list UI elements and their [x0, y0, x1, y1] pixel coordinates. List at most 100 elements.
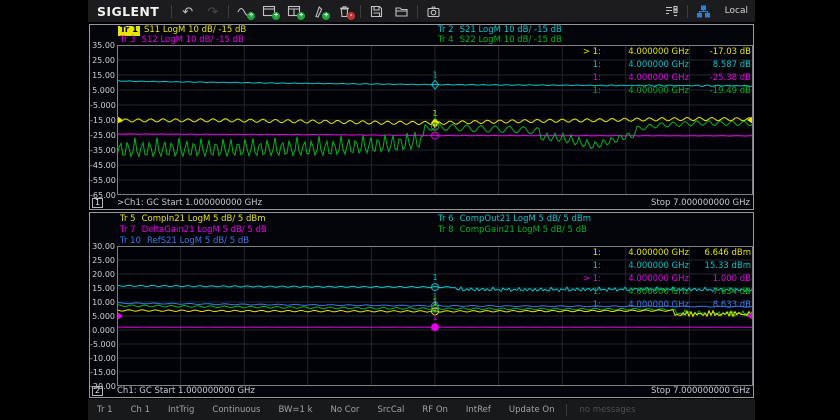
save-button[interactable]: [364, 0, 389, 22]
sweep-stop-label: Stop 7.000000000 GHz: [651, 198, 750, 209]
channel-number-box[interactable]: 1: [92, 198, 103, 208]
marker-readout-frequency: 4.000000 GHz: [601, 273, 689, 286]
marker-readout-row: 1:4.000000 GHz-19.49 dB: [579, 85, 751, 98]
undo-button[interactable]: [175, 0, 200, 22]
local-mode-label[interactable]: Local: [725, 6, 748, 16]
marker-1-magenta: 1: [432, 313, 439, 331]
status-item-srccal[interactable]: SrcCal: [368, 405, 413, 415]
marker-readout-row: 1:4.000000 GHz8.587 dB: [579, 59, 751, 72]
trace-label-tr5[interactable]: Tr 5CompIn21 LogM 5 dB/ 5 dBm: [118, 214, 267, 225]
trace-format: CompGain21 LogM 5 dB/ 5 dB: [460, 225, 587, 235]
redo-button[interactable]: [200, 0, 225, 22]
marker-readout-prefix: 1:: [579, 299, 601, 312]
svg-text:1: 1: [432, 71, 437, 80]
trace-label-tr3[interactable]: Tr 3S12 LogM 10 dB/ -15 dB: [118, 36, 246, 46]
add-trace-window-button[interactable]: [257, 0, 282, 22]
plus-badge-icon: [247, 12, 255, 20]
y-axis-label: 25.00: [90, 56, 115, 65]
trace-format: S22 LogM 10 dB/ -15 dB: [460, 35, 562, 45]
svg-text:1: 1: [432, 295, 437, 304]
marker-readout-frequency: 4.000000 GHz: [601, 85, 689, 98]
status-item-intref[interactable]: IntRef: [457, 405, 500, 415]
add-marker-button[interactable]: [307, 0, 332, 22]
toolbar-divider: [228, 5, 229, 18]
toolbar-right-group: Local: [659, 0, 755, 22]
marker-readout-value: -17.03 dB: [689, 46, 751, 59]
trace-format: CompOut21 LogM 5 dB/ 5 dBm: [460, 214, 591, 224]
y-axis-label: -55.00: [90, 176, 115, 185]
y-axis-label: -45.00: [90, 161, 115, 170]
screenshot-button[interactable]: [421, 0, 446, 22]
toolbar: SIGLENT: [88, 0, 755, 22]
status-item-ch-1[interactable]: Ch 1: [122, 405, 159, 415]
y-axis-label: 30.00: [90, 242, 115, 251]
marker-readout-prefix: > 1:: [579, 46, 601, 59]
marker-readout-prefix: 1:: [579, 85, 601, 98]
channel-number-box[interactable]: 2: [92, 386, 103, 396]
status-item-inttrig[interactable]: IntTrig: [159, 405, 203, 415]
add-channel-window-button[interactable]: [282, 0, 307, 22]
status-item-continuous[interactable]: Continuous: [203, 405, 269, 415]
y-axis-label: 20.00: [90, 270, 115, 279]
status-bar: Tr 1Ch 1IntTrigContinuousBW=1 kNo CorSrc…: [88, 399, 755, 420]
trace-format: RefS21 LogM 5 dB/ 5 dB: [147, 236, 249, 246]
trace-format: CompIn21 LogM 5 dB/ 5 dBm: [142, 214, 266, 224]
trace-label-column-right: Tr 2S21 LogM 10 dB/ -15 dBTr 4S22 LogM 1…: [436, 26, 562, 45]
status-item-no-cor[interactable]: No Cor: [322, 405, 369, 415]
command-sequence-icon: [664, 4, 679, 19]
marker-readout-prefix: 1:: [579, 260, 601, 273]
delete-button[interactable]: [332, 0, 357, 22]
status-bar-divider: [566, 404, 567, 416]
trace-label-tr7[interactable]: Tr 7DeltaGain21 LogM 5 dB/ 5 dB: [118, 225, 267, 236]
vna-app-window: SIGLENT: [88, 0, 755, 420]
marker-readout-prefix: 1:: [579, 247, 601, 260]
trace-label-tr4[interactable]: Tr 4S22 LogM 10 dB/ -15 dB: [436, 36, 562, 46]
y-axis-label: -5.000: [90, 340, 115, 349]
redo-icon: [207, 5, 218, 18]
toolbar-divider: [360, 5, 361, 18]
brand-logo: SIGLENT: [88, 4, 168, 19]
marker-readout-value: -25.38 dB: [689, 72, 751, 85]
status-item-tr-1[interactable]: Tr 1: [88, 405, 122, 415]
chart-panel-2[interactable]: Tr 5CompIn21 LogM 5 dB/ 5 dBmTr 7DeltaGa…: [89, 212, 754, 398]
toolbar-divider: [417, 5, 418, 18]
marker-readout-row: 1:4.000000 GHz6.646 dBm: [579, 247, 751, 260]
marker-readout-frequency: 4.000000 GHz: [601, 46, 689, 59]
plus-badge-icon: [272, 12, 280, 20]
chart-panel-1[interactable]: Tr 1S11 LogM 10 dB/ -15 dBTr 3S12 LogM 1…: [89, 24, 754, 210]
marker-readouts: 1:4.000000 GHz6.646 dBm1:4.000000 GHz15.…: [579, 247, 751, 312]
sweep-start-label: >Ch1: GC Start 1.000000000 GHz: [117, 198, 262, 209]
marker-readout-prefix: > 1:: [579, 273, 601, 286]
command-sequence-button[interactable]: [659, 0, 684, 22]
trace-format: DeltaGain21 LogM 5 dB/ 5 dB: [142, 225, 267, 235]
status-item-rf-on[interactable]: RF On: [413, 405, 457, 415]
marker-readout-value: 8.633 dB: [689, 299, 751, 312]
y-axis-label: -15.00: [90, 116, 115, 125]
trace-format: S12 LogM 10 dB/ -15 dB: [142, 35, 244, 45]
y-axis-label: 25.00: [90, 256, 115, 265]
marker-readout-row: 1:4.000000 GHz-25.38 dB: [579, 72, 751, 85]
marker-readout-frequency: 4.000000 GHz: [601, 59, 689, 72]
status-item-update-on[interactable]: Update On: [500, 405, 564, 415]
y-axis-label: 15.00: [90, 71, 115, 80]
marker-readout-value: 8.587 dB: [689, 59, 751, 72]
plus-badge-icon: [297, 12, 305, 20]
svg-text:1: 1: [432, 113, 437, 122]
svg-text:1: 1: [432, 273, 437, 282]
marker-readout-frequency: 4.000000 GHz: [601, 247, 689, 260]
status-item-bw-1-k[interactable]: BW=1 k: [269, 405, 321, 415]
toolbar-divider: [687, 5, 688, 18]
chart-footer: 1 >Ch1: GC Start 1.000000000 GHz Stop 7.00…: [90, 198, 753, 209]
lan-network-icon: [696, 4, 711, 19]
y-axis-label: 5.000: [90, 86, 115, 95]
lan-status-button[interactable]: [691, 0, 716, 22]
y-axis-label: 0.000: [90, 326, 115, 335]
save-floppy-icon: [369, 4, 384, 19]
marker-readout-row: 1:4.000000 GHz15.33 dBm: [579, 260, 751, 273]
trace-label-tr6[interactable]: Tr 6CompOut21 LogM 5 dB/ 5 dBm: [436, 214, 591, 225]
trace-format: S21 LogM 10 dB/ -15 dB: [460, 25, 562, 35]
add-trace-button[interactable]: [232, 0, 257, 22]
sweep-start-label: Ch1: GC Start 1.000000000 GHz: [117, 386, 255, 397]
recall-button[interactable]: [389, 0, 414, 22]
trace-label-tr8[interactable]: Tr 8CompGain21 LogM 5 dB/ 5 dB: [436, 225, 591, 236]
